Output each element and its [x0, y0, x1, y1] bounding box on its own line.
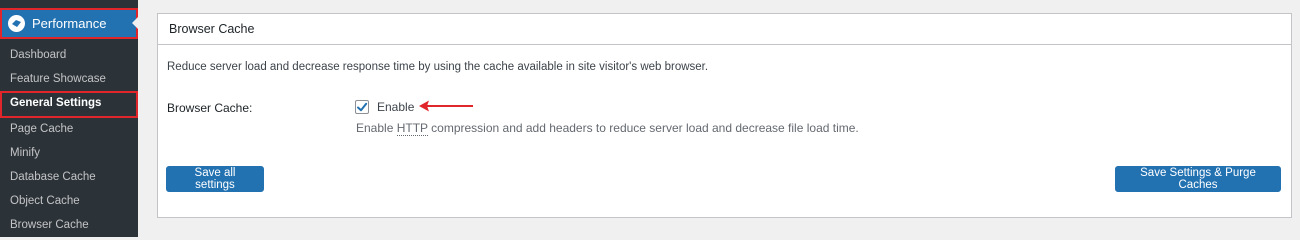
admin-sidebar: Performance Dashboard Feature Showcase G…	[0, 0, 138, 237]
browser-cache-panel: Browser Cache Reduce server load and dec…	[157, 13, 1292, 218]
current-menu-indicator	[132, 17, 138, 29]
save-all-settings-button[interactable]: Save all settings	[166, 166, 264, 192]
performance-submenu: Dashboard Feature Showcase General Setti…	[0, 39, 138, 237]
help-text-start: Enable	[356, 121, 397, 135]
sidebar-item-object-cache[interactable]: Object Cache	[0, 189, 138, 213]
enable-browser-cache-checkbox[interactable]	[355, 100, 369, 114]
sidebar-item-database-cache[interactable]: Database Cache	[0, 165, 138, 189]
sidebar-item-page-cache[interactable]: Page Cache	[0, 117, 138, 141]
enable-checkbox-label[interactable]: Enable	[377, 100, 414, 114]
panel-title: Browser Cache	[169, 22, 255, 36]
help-text-end: compression and add headers to reduce se…	[427, 121, 859, 135]
sidebar-item-feature-showcase[interactable]: Feature Showcase	[0, 67, 138, 91]
sidebar-item-dashboard[interactable]: Dashboard	[0, 43, 138, 67]
sidebar-item-browser-cache[interactable]: Browser Cache	[0, 213, 138, 237]
browser-cache-field-label: Browser Cache:	[167, 101, 253, 115]
panel-header: Browser Cache	[158, 14, 1291, 45]
sidebar-item-minify[interactable]: Minify	[0, 141, 138, 165]
panel-description: Reduce server load and decrease response…	[167, 61, 709, 73]
sidebar-item-general-settings[interactable]: General Settings	[0, 91, 138, 118]
http-abbreviation: HTTP	[396, 121, 428, 136]
performance-icon	[8, 15, 25, 32]
help-text: Enable HTTP compression and add headers …	[356, 121, 859, 136]
menu-performance-label: Performance	[32, 16, 107, 31]
checkmark-icon	[357, 102, 368, 112]
red-arrow-icon	[419, 100, 473, 112]
save-and-purge-button[interactable]: Save Settings & Purge Caches	[1115, 166, 1281, 192]
menu-performance[interactable]: Performance	[0, 8, 138, 39]
